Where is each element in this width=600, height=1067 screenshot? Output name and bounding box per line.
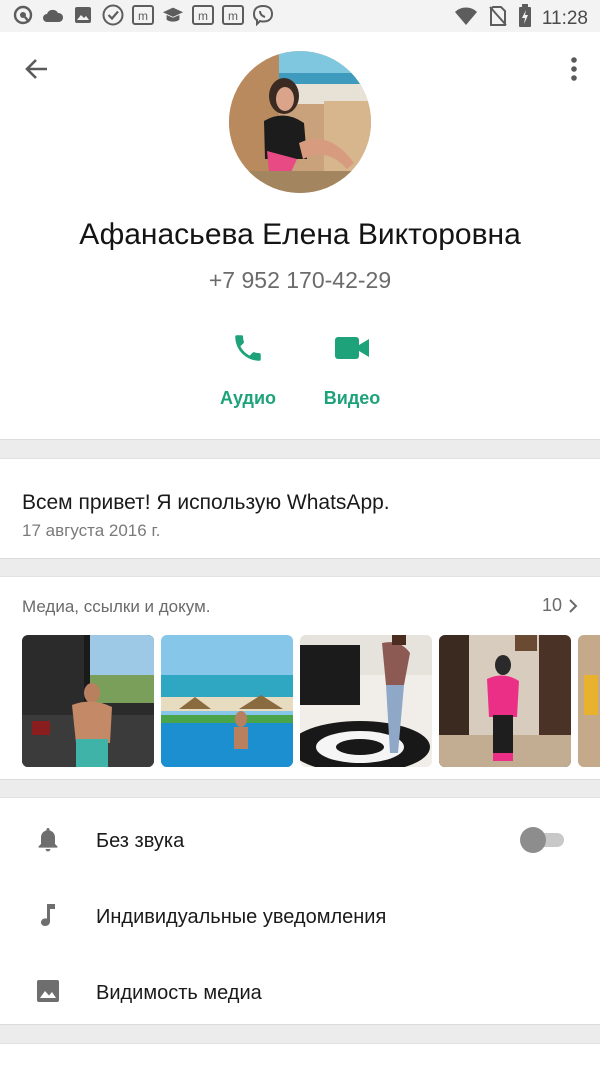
m-app-icon: m — [222, 4, 244, 26]
media-thumbnail[interactable] — [161, 635, 293, 767]
viber-icon — [252, 4, 274, 26]
phone-icon — [235, 335, 261, 361]
image-icon — [34, 977, 62, 1005]
svg-text:m: m — [198, 9, 208, 23]
battery-charging-icon — [518, 4, 532, 33]
custom-notifications-row[interactable]: Индивидуальные уведомления — [0, 879, 600, 949]
avatar[interactable] — [229, 51, 371, 193]
media-thumbnails — [22, 635, 600, 767]
media-visibility-label: Видимость медиа — [96, 982, 262, 1004]
svg-text:m: m — [228, 9, 238, 23]
about-section[interactable]: Всем привет! Я использую WhatsApp. 17 ав… — [0, 458, 600, 559]
chat-settings-section: Без звука Индивидуальные уведомления Вид… — [0, 797, 600, 1025]
image-icon — [72, 4, 94, 26]
mute-toggle[interactable] — [520, 827, 564, 853]
quora-icon — [12, 4, 34, 26]
m-app-icon: m — [192, 4, 214, 26]
custom-notifications-label: Индивидуальные уведомления — [96, 906, 387, 928]
media-count: 10 — [541, 595, 562, 615]
mute-row[interactable]: Без звука — [0, 803, 600, 873]
media-title[interactable]: Медиа, ссылки и докум. — [22, 597, 211, 617]
video-call-button[interactable]: Видео — [297, 328, 407, 409]
contact-phone: +7 952 170-42-29 — [208, 267, 392, 293]
graduation-cap-icon — [162, 4, 184, 26]
audio-call-button[interactable]: Аудио — [193, 328, 303, 409]
media-section: Медиа, ссылки и докум. 10 — [0, 576, 600, 780]
video-camera-icon — [335, 337, 369, 359]
more-options-button[interactable] — [564, 54, 584, 84]
about-text: Всем привет! Я использую WhatsApp. — [22, 491, 390, 514]
svg-text:m: m — [138, 9, 148, 23]
bell-icon — [34, 825, 62, 853]
back-button[interactable] — [22, 54, 52, 84]
contact-header: Афанасьева Елена Викторовна +7 952 170-4… — [0, 32, 600, 440]
notification-icons: m m m — [12, 4, 274, 26]
clock: 11:28 — [541, 7, 588, 29]
media-thumbnail[interactable] — [22, 635, 154, 767]
media-count-button[interactable]: 10 — [542, 595, 578, 616]
music-note-icon — [34, 901, 62, 929]
cloud-icon — [42, 4, 64, 26]
no-sim-icon — [488, 5, 508, 32]
media-thumbnail[interactable] — [439, 635, 571, 767]
audio-label: Аудио — [219, 388, 277, 408]
check-circle-icon — [102, 4, 124, 26]
m-app-icon: m — [132, 4, 154, 26]
media-thumbnail[interactable] — [300, 635, 432, 767]
about-date: 17 августа 2016 г. — [22, 521, 161, 540]
status-bar: m m m 11:28 — [0, 0, 600, 32]
chevron-right-icon — [569, 598, 578, 613]
next-section — [0, 1043, 600, 1067]
system-icons: 11:28 — [454, 4, 588, 33]
contact-name: Афанасьева Елена Викторовна — [79, 218, 521, 251]
video-label: Видео — [323, 388, 381, 408]
more-vert-icon — [571, 57, 577, 81]
mute-label: Без звука — [96, 830, 185, 852]
arrow-left-icon — [25, 59, 47, 79]
wifi-icon — [454, 6, 478, 31]
media-thumbnail[interactable] — [578, 635, 600, 767]
media-visibility-row[interactable]: Видимость медиа — [0, 955, 600, 1025]
